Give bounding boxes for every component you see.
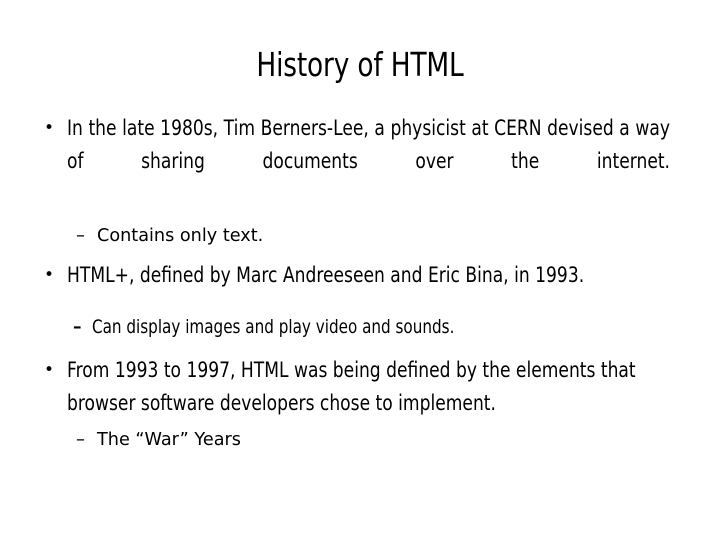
sub-list-item-text: The “War” Years bbox=[97, 429, 241, 450]
bullet-marker-dash: – bbox=[76, 429, 85, 450]
sub-list-item: – The “War” Years bbox=[0, 425, 720, 455]
list-item: • In the late 1980s, Tim Berners-Lee, a … bbox=[0, 112, 720, 211]
bullet-marker-dash: – bbox=[76, 225, 85, 246]
bullet-marker-dot: • bbox=[44, 360, 55, 380]
sub-list-item: – Can display images and play video and … bbox=[0, 312, 720, 342]
slide: History of HTML • In the late 1980s, Tim… bbox=[0, 0, 720, 540]
bullet-marker-dash: – bbox=[73, 317, 82, 337]
list-item-text: In the late 1980s, Tim Berners-Lee, a ph… bbox=[67, 116, 670, 173]
list-item: • From 1993 to 1997, HTML was being defi… bbox=[0, 354, 720, 420]
sub-list-item: – Contains only text. bbox=[0, 221, 720, 251]
list-item: • HTML+, defined by Marc Andreeseen and … bbox=[0, 259, 720, 292]
page-title: History of HTML bbox=[256, 45, 464, 84]
sub-list-item-text: Contains only text. bbox=[97, 225, 264, 246]
bullet-marker-dot: • bbox=[44, 265, 55, 285]
slide-body: • In the late 1980s, Tim Berners-Lee, a … bbox=[0, 112, 720, 455]
sub-list-item-text: Can display images and play video and so… bbox=[92, 316, 455, 338]
list-item-text: From 1993 to 1997, HTML was being define… bbox=[67, 358, 636, 415]
bullet-marker-dot: • bbox=[44, 118, 55, 138]
list-item-text: HTML+, defined by Marc Andreeseen and Er… bbox=[67, 263, 585, 287]
